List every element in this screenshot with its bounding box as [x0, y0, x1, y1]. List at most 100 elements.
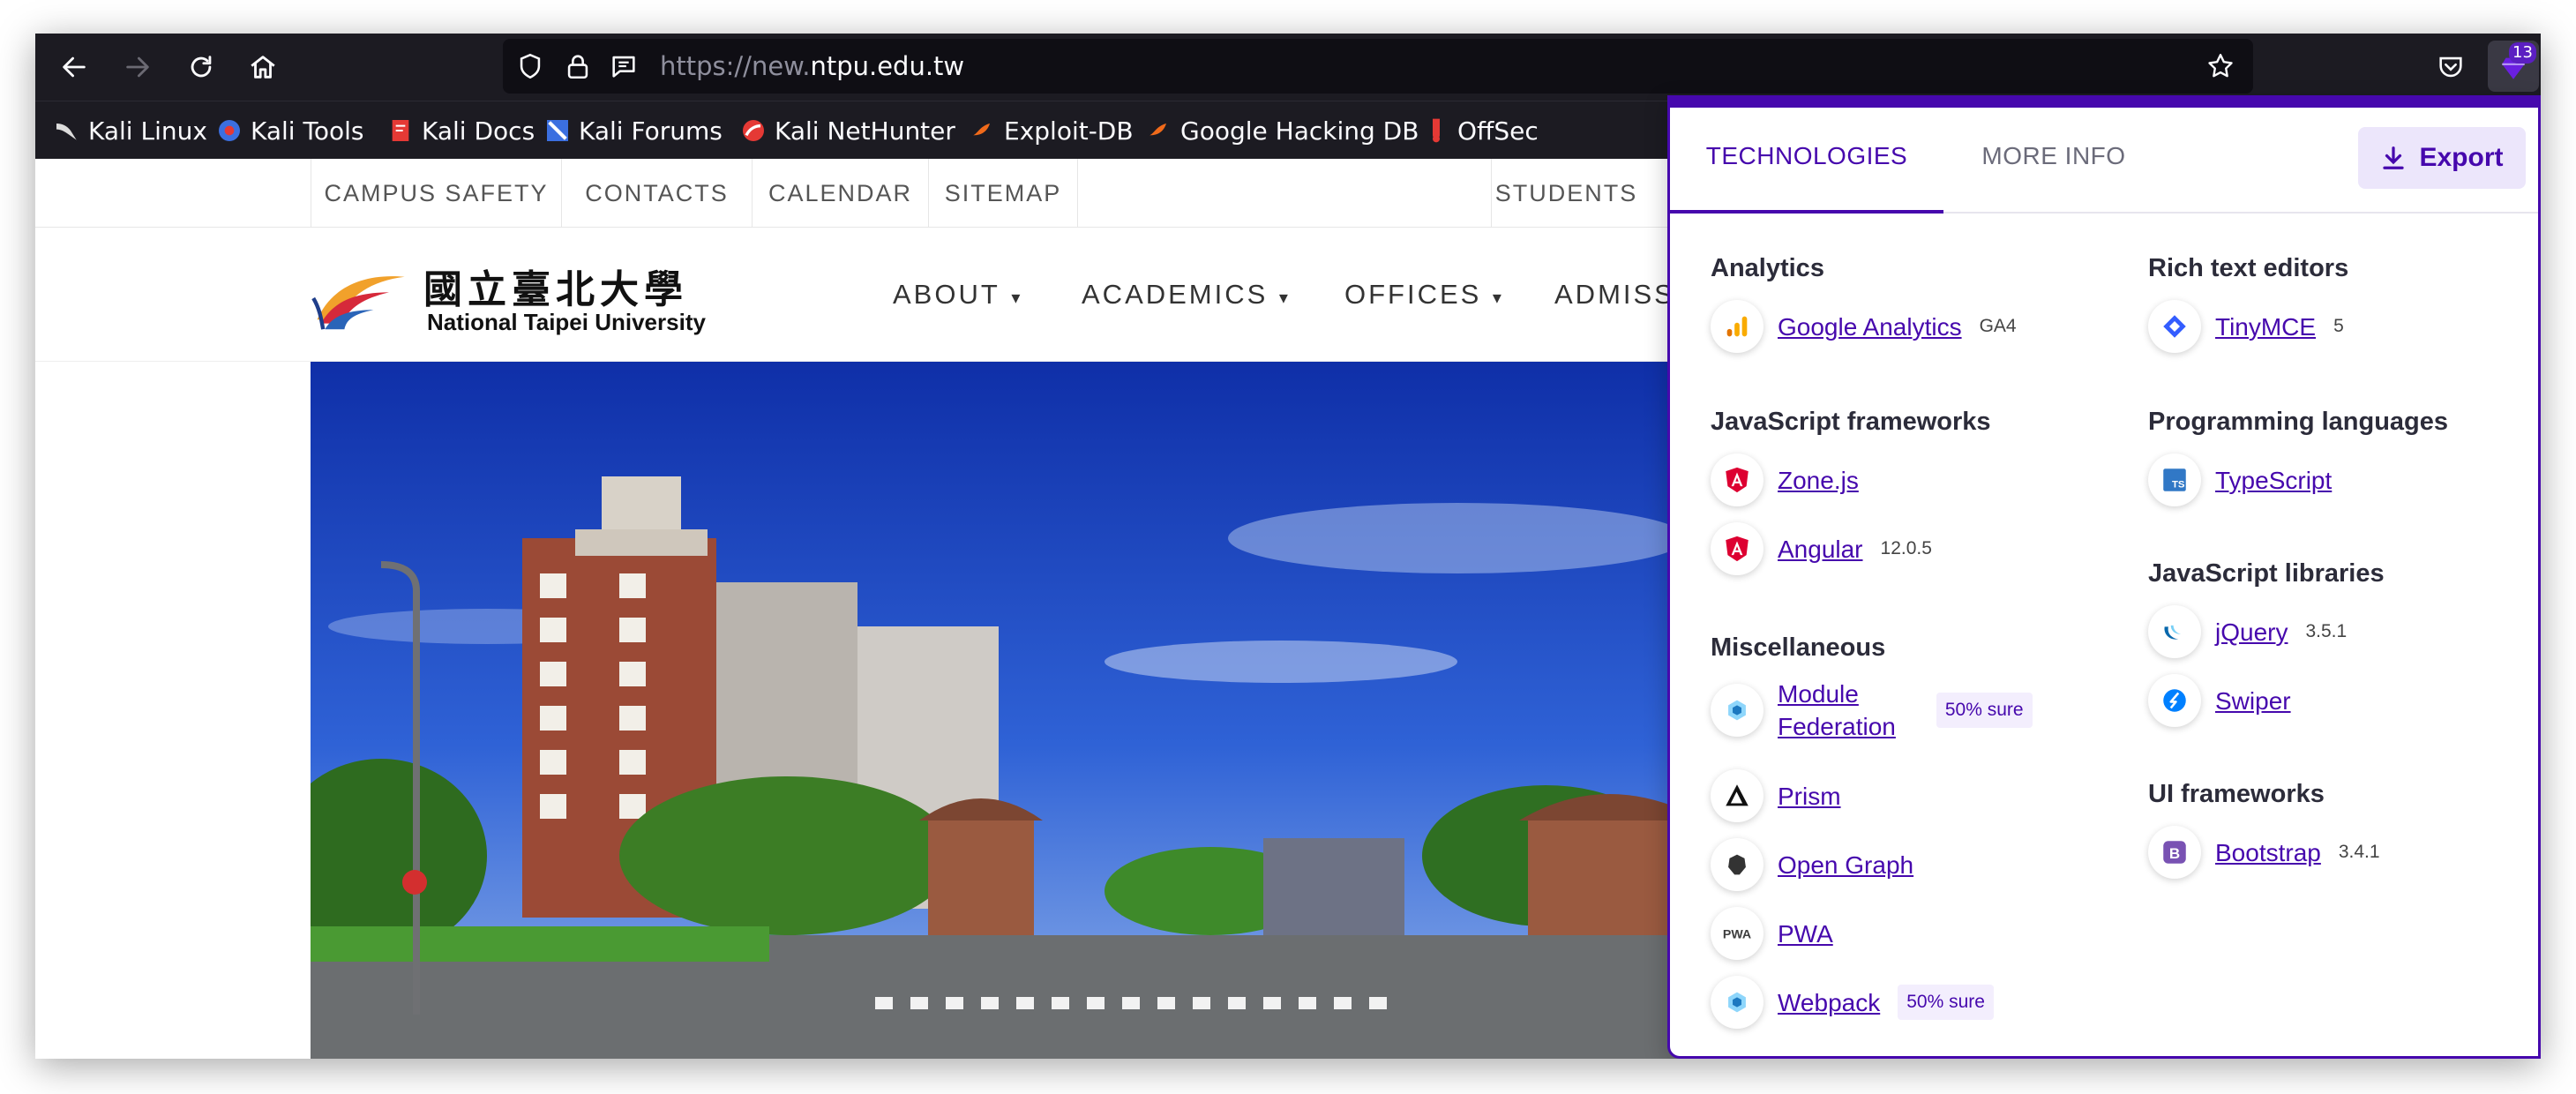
logo-emblem-icon: [311, 276, 405, 330]
tech-name[interactable]: TinyMCE: [2215, 311, 2316, 343]
google-analytics-icon: [1711, 300, 1764, 353]
tech-name[interactable]: Swiper: [2215, 685, 2291, 717]
svg-text:TS: TS: [2172, 480, 2185, 491]
tech-angular[interactable]: Angular 12.0.5: [1711, 522, 1932, 575]
export-button[interactable]: Export: [2358, 127, 2526, 189]
back-button[interactable]: [55, 48, 94, 86]
reload-button[interactable]: [182, 48, 221, 86]
bookmark-kali-nethunter[interactable]: Kali NetHunter: [739, 116, 955, 146]
tech-google-analytics[interactable]: Google Analytics GA4: [1711, 300, 2017, 353]
tech-name[interactable]: Prism: [1778, 780, 1841, 813]
bookmark-google-hacking-db[interactable]: Google Hacking DB: [1145, 116, 1419, 146]
nav-academics[interactable]: ACADEMICS ▾: [1082, 279, 1291, 311]
tech-prism[interactable]: Prism: [1711, 769, 1841, 822]
extension-badge: 13: [2509, 42, 2536, 64]
tech-open-graph[interactable]: Open Graph: [1711, 838, 1913, 891]
bookmark-offsec[interactable]: OffSec: [1422, 116, 1539, 146]
bookmark-kali-docs[interactable]: Kali Docs: [386, 116, 535, 146]
tech-name[interactable]: TypeScript: [2215, 464, 2332, 497]
tech-zonejs[interactable]: Zone.js: [1711, 453, 1859, 506]
tech-name[interactable]: Webpack: [1778, 986, 1880, 1019]
tech-typescript[interactable]: TS TypeScript: [2148, 453, 2332, 506]
tech-name[interactable]: Angular: [1778, 533, 1863, 566]
prism-icon: [1711, 769, 1764, 822]
permissions-icon[interactable]: [609, 51, 639, 81]
category-programming-languages: Programming languages: [2148, 408, 2449, 436]
bookmark-star-icon[interactable]: [2205, 51, 2235, 81]
top-link-campus-safety[interactable]: CAMPUS SAFETY: [311, 159, 561, 228]
url-text[interactable]: https://new.ntpu.edu.tw: [660, 51, 964, 81]
pwa-icon: PWA: [1711, 907, 1764, 960]
tech-version: 5: [2333, 316, 2344, 336]
swiper-icon: [2148, 674, 2201, 727]
shield-icon[interactable]: [515, 51, 545, 81]
home-icon: [251, 56, 275, 79]
tech-name[interactable]: Module Federation: [1778, 678, 1896, 743]
category-rich-text-editors: Rich text editors: [2148, 254, 2349, 282]
module-federation-icon: [1711, 684, 1764, 737]
nav-about[interactable]: ABOUT ▾: [893, 279, 1022, 311]
tech-module-federation[interactable]: Module Federation 50% sure: [1711, 678, 2033, 743]
popup-tabs: TECHNOLOGIES MORE INFO Export: [1670, 108, 2538, 214]
kali-tools-icon: [215, 116, 243, 145]
confidence-badge: 50% sure: [1936, 693, 2033, 728]
browser-window: https://new.ntpu.edu.tw 13 Kali Linux Ka…: [35, 34, 2541, 1059]
tech-webpack[interactable]: Webpack 50% sure: [1711, 976, 1994, 1029]
top-link-students[interactable]: STUDENTS: [1491, 159, 1641, 228]
campus-photo: [311, 362, 1704, 1059]
lock-icon[interactable]: [563, 51, 593, 81]
university-logo[interactable]: 國立臺北大學 National Taipei University: [311, 259, 734, 337]
tech-tinymce[interactable]: TinyMCE 5: [2148, 300, 2344, 353]
tech-swiper[interactable]: Swiper: [2148, 674, 2291, 727]
category-javascript-libraries: JavaScript libraries: [2148, 559, 2385, 588]
kali-forums-icon: [543, 116, 572, 145]
top-link-calendar[interactable]: CALENDAR: [752, 159, 928, 228]
tech-name[interactable]: Zone.js: [1778, 464, 1859, 497]
tech-bootstrap[interactable]: B Bootstrap 3.4.1: [2148, 826, 2380, 879]
tinymce-icon: [2148, 300, 2201, 353]
confidence-badge: 50% sure: [1898, 985, 1994, 1020]
logo-english-name: National Taipei University: [427, 309, 706, 335]
bootstrap-icon: B: [2148, 826, 2201, 879]
bookmark-kali-linux[interactable]: Kali Linux: [53, 116, 207, 146]
forward-button[interactable]: [118, 48, 157, 86]
bookmark-kali-tools[interactable]: Kali Tools: [215, 116, 363, 146]
tech-name[interactable]: Google Analytics: [1778, 311, 1962, 343]
tech-version: 12.0.5: [1880, 538, 1932, 558]
tech-pwa[interactable]: PWA PWA: [1711, 907, 1833, 960]
tab-technologies[interactable]: TECHNOLOGIES: [1670, 108, 1943, 214]
bookmark-exploit-db[interactable]: Exploit-DB: [969, 116, 1134, 146]
tech-name[interactable]: PWA: [1778, 918, 1833, 950]
logo-chinese-name: 國立臺北大學: [423, 267, 688, 312]
jquery-icon: [2148, 605, 2201, 658]
angular-icon: [1711, 453, 1764, 506]
nav-offices[interactable]: OFFICES ▾: [1344, 279, 1504, 311]
browser-toolbar: https://new.ntpu.edu.tw 13: [35, 34, 2541, 101]
url-bar[interactable]: https://new.ntpu.edu.tw: [503, 39, 2253, 94]
kali-docs-icon: [386, 116, 415, 145]
tech-name[interactable]: jQuery: [2215, 616, 2288, 648]
category-miscellaneous: Miscellaneous: [1711, 633, 1886, 662]
tech-version: 3.5.1: [2305, 621, 2348, 641]
tech-name[interactable]: Open Graph: [1778, 849, 1913, 881]
home-button[interactable]: [243, 48, 282, 86]
arrow-left-icon: [63, 56, 86, 78]
tech-name[interactable]: Bootstrap: [2215, 836, 2321, 869]
tech-jquery[interactable]: jQuery 3.5.1: [2148, 605, 2347, 658]
top-link-contacts[interactable]: CONTACTS: [561, 159, 752, 228]
nav-admissions[interactable]: ADMISS: [1554, 279, 1675, 311]
exploit-db-icon: [969, 116, 997, 145]
wappalyzer-popup: TECHNOLOGIES MORE INFO Export Analytics …: [1667, 95, 2541, 1059]
open-graph-icon: [1711, 838, 1764, 891]
category-ui-frameworks: UI frameworks: [2148, 780, 2325, 808]
top-link-sitemap[interactable]: SITEMAP: [928, 159, 1078, 228]
kali-dragon-icon: [53, 116, 81, 145]
campus-hero-image: [311, 362, 1704, 1059]
tab-more-info[interactable]: MORE INFO: [1943, 108, 2164, 214]
typescript-icon: TS: [2148, 453, 2201, 506]
chevron-down-icon: ▾: [1485, 288, 1504, 308]
svg-text:PWA: PWA: [1723, 928, 1751, 942]
nethunter-icon: [739, 116, 768, 145]
pocket-button[interactable]: [2431, 48, 2470, 86]
bookmark-kali-forums[interactable]: Kali Forums: [543, 116, 723, 146]
